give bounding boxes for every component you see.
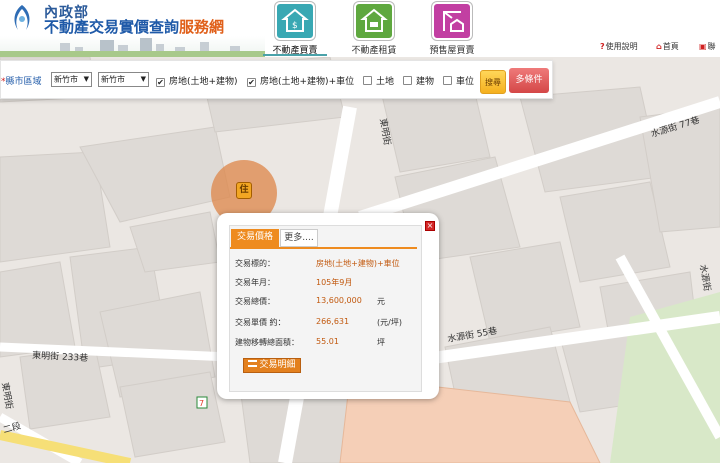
field-value: 房地(土地+建物)+車位 xyxy=(316,259,400,268)
region-label: *縣市區域 xyxy=(1,77,42,87)
help-link[interactable]: ?使用說明 xyxy=(600,41,638,52)
field-unit: 元 xyxy=(377,297,385,306)
checkbox-icon xyxy=(403,76,412,85)
field-value: 13,600,000 xyxy=(316,296,362,305)
field-label: 交易總價： xyxy=(235,297,275,306)
convenience-store-label: 7 xyxy=(199,399,204,408)
nav-label: 不動產買賣 xyxy=(272,46,318,56)
question-icon: ? xyxy=(600,42,605,51)
site-title[interactable]: 不動產交易實價查詢服務網 xyxy=(44,16,224,37)
svg-text:$: $ xyxy=(292,21,298,31)
nav-sale[interactable]: $ 不動產買賣 xyxy=(255,0,335,57)
nav-presale[interactable]: 預售屋買賣 xyxy=(412,0,492,57)
ministry-logo-icon xyxy=(14,5,30,30)
skyline-decoration xyxy=(0,36,265,57)
chevron-down-icon: ▼ xyxy=(140,75,146,83)
site-title-accent: 服務網 xyxy=(179,18,225,36)
checkbox-label: 房地(土地+建物)+車位 xyxy=(260,77,355,87)
site-header: 內政部 不動產交易實價查詢服務網 $ 不動產買賣 不動產租賃 預售屋買賣 ?使用… xyxy=(0,0,720,57)
property-marker-icon[interactable]: 住 xyxy=(236,182,252,199)
city-select[interactable]: 新竹市 ▼ xyxy=(51,72,92,87)
type-checkbox-land-building[interactable]: ✔ 房地(土地+建物) xyxy=(156,74,238,87)
field-unit: (元/坪) xyxy=(377,318,402,327)
field-value: 105年9月 xyxy=(316,278,353,287)
chat-icon: ▣ xyxy=(699,42,707,51)
checkbox-label: 車位 xyxy=(456,77,475,87)
checkbox-label: 土地 xyxy=(376,77,395,87)
multi-condition-button[interactable]: 多條件 xyxy=(509,68,549,93)
nav-label: 不動產租賃 xyxy=(351,46,397,56)
detail-button-label: 交易明細 xyxy=(259,360,296,370)
checkbox-label: 房地(土地+建物) xyxy=(169,77,238,87)
checkbox-label: 建物 xyxy=(416,77,435,87)
search-button[interactable]: 搜尋 xyxy=(480,70,506,94)
field-unit: 坪 xyxy=(377,338,385,347)
home-icon: ⌂ xyxy=(656,42,662,51)
field-value: 55.01 xyxy=(316,337,339,346)
type-checkbox-parking[interactable]: 車位 xyxy=(443,74,474,87)
district-select[interactable]: 新竹市 ▼ xyxy=(98,72,149,87)
checkbox-checked-icon: ✔ xyxy=(156,78,165,87)
checkbox-icon xyxy=(363,76,372,85)
close-icon[interactable]: × xyxy=(425,221,435,231)
tab-more[interactable]: 更多.... xyxy=(280,229,318,247)
checkbox-checked-icon: ✔ xyxy=(247,78,256,87)
transaction-detail-button[interactable]: 交易明細 xyxy=(243,358,301,373)
tab-underline xyxy=(230,247,417,249)
field-value: 266,631 xyxy=(316,317,350,326)
chevron-down-icon: ▼ xyxy=(83,75,89,83)
house-dollar-icon: $ xyxy=(275,2,315,40)
help-label: 使用說明 xyxy=(605,42,638,51)
type-checkbox-land[interactable]: 土地 xyxy=(363,74,394,87)
list-icon xyxy=(248,360,258,367)
home-label: 首頁 xyxy=(662,42,679,51)
checkbox-icon xyxy=(443,76,452,85)
field-label: 交易單價 約： xyxy=(235,318,286,327)
type-checkbox-building[interactable]: 建物 xyxy=(403,74,434,87)
house-key-icon xyxy=(354,2,394,40)
site-title-main: 不動產交易實價查詢 xyxy=(44,18,180,36)
filter-bar: *縣市區域 新竹市 ▼ 新竹市 ▼ ✔ 房地(土地+建物) ✔ 房地(土地+建物)+車位… xyxy=(0,60,553,99)
type-checkbox-land-building-parking[interactable]: ✔ 房地(土地+建物)+車位 xyxy=(247,74,354,87)
contact-link[interactable]: ▣聯 xyxy=(699,41,716,52)
nav-label: 預售屋買賣 xyxy=(429,46,475,56)
field-label: 交易標的： xyxy=(235,259,275,268)
tab-transaction-price[interactable]: 交易價格 xyxy=(231,229,279,247)
field-label: 建物移轉總面積： xyxy=(235,338,299,347)
crane-house-icon xyxy=(432,2,472,40)
home-link[interactable]: ⌂首頁 xyxy=(656,41,679,52)
nav-rent[interactable]: 不動產租賃 xyxy=(334,0,414,57)
contact-label: 聯 xyxy=(707,42,716,51)
field-label: 交易年月： xyxy=(235,278,275,287)
